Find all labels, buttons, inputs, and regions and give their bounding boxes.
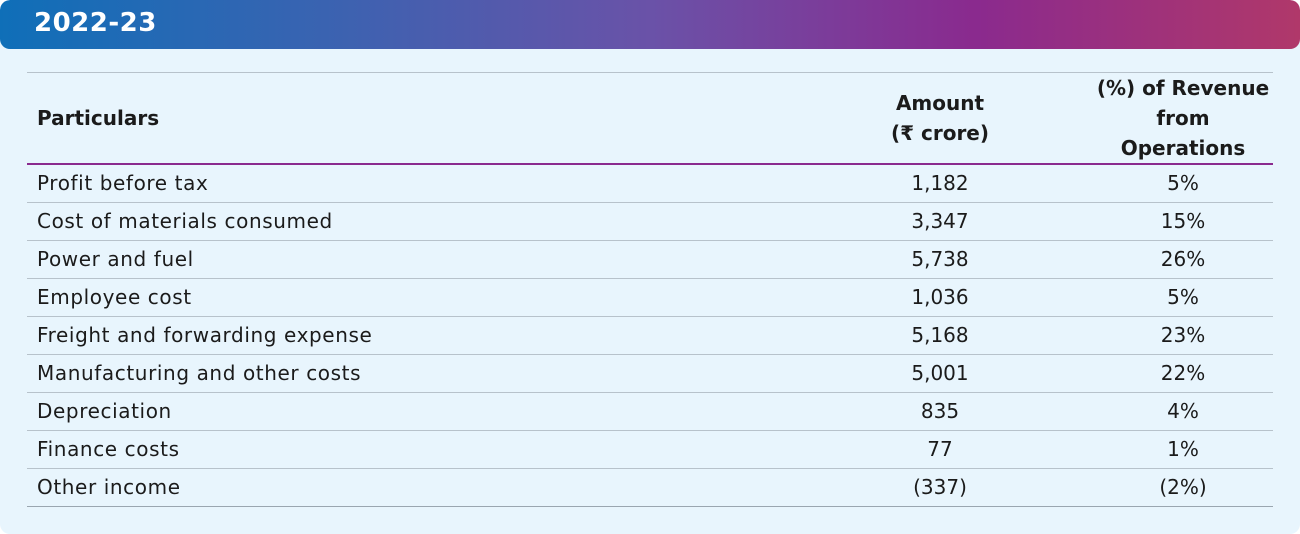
pct-header-line2: from Operations [1120, 106, 1246, 160]
row-percent: 26% [1073, 240, 1273, 279]
row-percent: 15% [1073, 202, 1273, 241]
table-header-row: Particulars Amount (₹ crore) (%) of Reve… [27, 72, 1273, 165]
row-amount: 3,347 [807, 202, 1073, 241]
header-banner: 2022-23 [0, 0, 1300, 49]
table-row: Manufacturing and other costs 5,001 22% [27, 354, 1273, 393]
row-percent: 22% [1073, 354, 1273, 393]
row-particular: Manufacturing and other costs [27, 354, 807, 393]
cost-table: Particulars Amount (₹ crore) (%) of Reve… [27, 72, 1273, 507]
column-header-amount: Amount (₹ crore) [807, 72, 1073, 165]
amount-header-line1: Amount [895, 91, 985, 115]
row-amount: 1,182 [807, 164, 1073, 203]
table-row: Finance costs 77 1% [27, 430, 1273, 469]
table-row: Employee cost 1,036 5% [27, 278, 1273, 317]
row-amount: (337) [807, 468, 1073, 507]
row-particular: Other income [27, 468, 807, 507]
particulars-header-label: Particulars [37, 106, 160, 130]
table-row: Cost of materials consumed 3,347 15% [27, 202, 1273, 241]
amount-header-line2: (₹ crore) [890, 121, 990, 145]
row-amount: 1,036 [807, 278, 1073, 317]
cost-breakdown-card: 2022-23 Particulars Amount (₹ crore) (%)… [0, 0, 1300, 534]
row-particular: Cost of materials consumed [27, 202, 807, 241]
row-particular: Depreciation [27, 392, 807, 431]
row-particular: Power and fuel [27, 240, 807, 279]
row-percent: 23% [1073, 316, 1273, 355]
column-header-percent-revenue: (%) of Revenue from Operations [1073, 72, 1273, 165]
table-row: Depreciation 835 4% [27, 392, 1273, 431]
row-particular: Finance costs [27, 430, 807, 469]
row-amount: 5,738 [807, 240, 1073, 279]
table-row: Power and fuel 5,738 26% [27, 240, 1273, 279]
table-row: Other income (337) (2%) [27, 468, 1273, 507]
row-percent: 5% [1073, 164, 1273, 203]
row-percent: 1% [1073, 430, 1273, 469]
row-amount: 5,168 [807, 316, 1073, 355]
row-amount: 5,001 [807, 354, 1073, 393]
table-row: Freight and forwarding expense 5,168 23% [27, 316, 1273, 355]
row-percent: 4% [1073, 392, 1273, 431]
row-amount: 835 [807, 392, 1073, 431]
row-particular: Freight and forwarding expense [27, 316, 807, 355]
table-row: Profit before tax 1,182 5% [27, 164, 1273, 203]
column-header-particulars: Particulars [27, 72, 807, 165]
pct-header-line1: (%) of Revenue [1096, 76, 1270, 100]
row-amount: 77 [807, 430, 1073, 469]
row-particular: Employee cost [27, 278, 807, 317]
year-title: 2022-23 [34, 8, 157, 38]
row-particular: Profit before tax [27, 164, 807, 203]
row-percent: 5% [1073, 278, 1273, 317]
row-percent: (2%) [1073, 468, 1273, 507]
